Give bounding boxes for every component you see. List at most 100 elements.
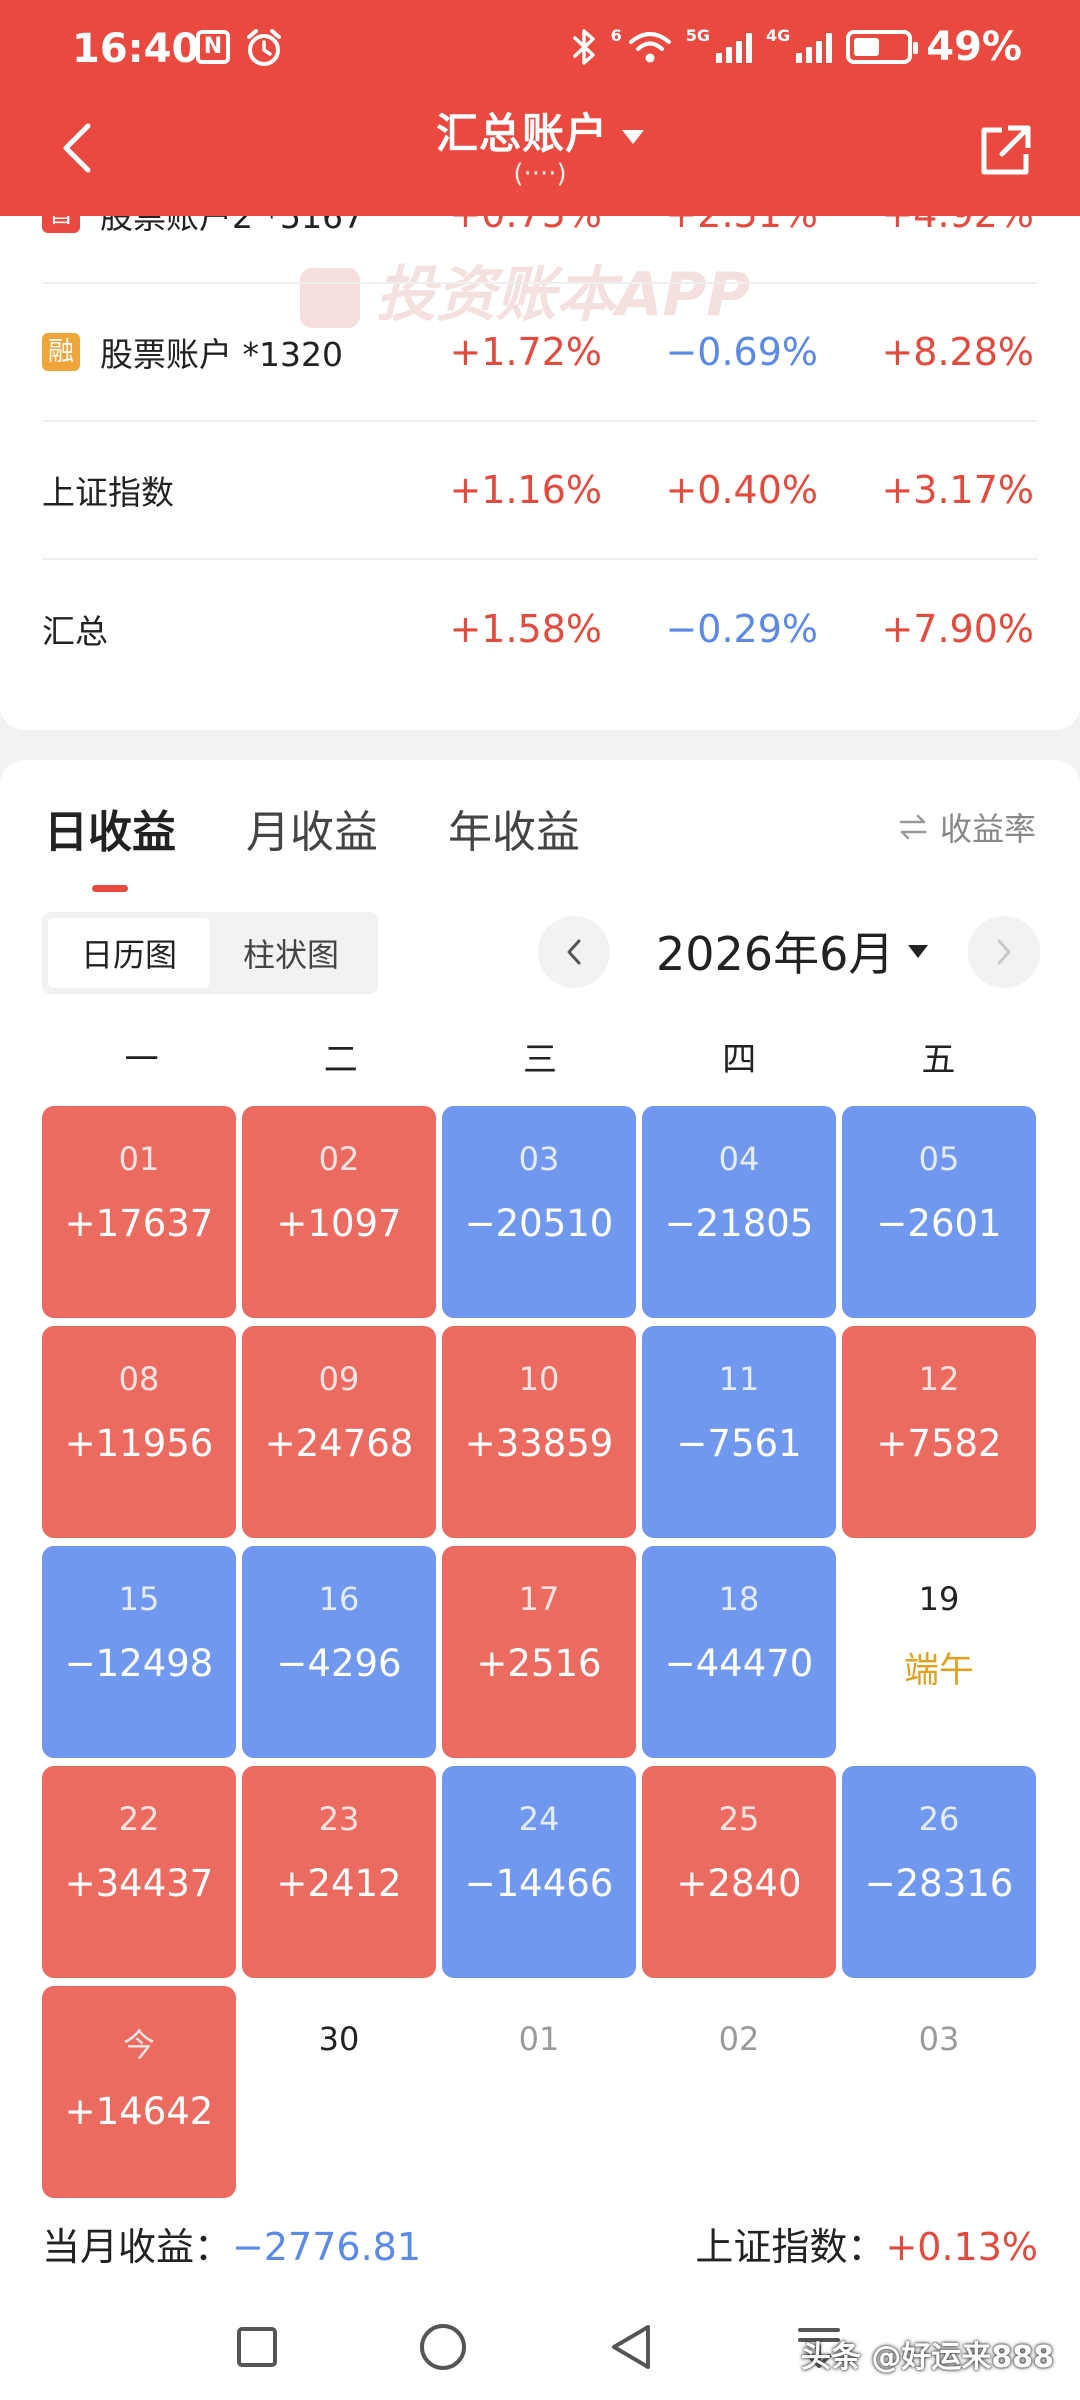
calendar-day-cell[interactable]: 12 +7582 — [842, 1326, 1036, 1538]
prev-month-button[interactable] — [538, 916, 610, 988]
calendar-day-cell[interactable]: 08 +11956 — [42, 1326, 236, 1538]
calendar-day-cell[interactable]: 03 — [842, 1986, 1036, 2198]
calendar-day-date: 03 — [518, 1140, 560, 1178]
calendar-day-profit: −44470 — [664, 1642, 814, 1685]
month-label-text: 2026年6月 — [656, 927, 895, 981]
rate-toggle-label: 收益率 — [939, 810, 1036, 848]
calendar-day-cell[interactable]: 03 −20510 — [442, 1106, 636, 1318]
calendar-day-cell[interactable]: 02 — [642, 1986, 836, 2198]
calendar-day-profit: −28316 — [864, 1862, 1014, 1905]
share-icon — [981, 125, 1031, 175]
calendar-day-profit: +2840 — [676, 1862, 802, 1905]
status-bar: 16:40 N 6 5G 4G 49% — [0, 0, 1080, 100]
tab-daily-profit[interactable]: 日收益 — [44, 796, 176, 892]
total-row[interactable]: 汇总 +1.58% −0.29% +7.90% — [42, 560, 1038, 698]
calendar-day-cell[interactable]: 01 — [442, 1986, 636, 2198]
calendar-day-cell[interactable]: 04 −21805 — [642, 1106, 836, 1318]
calendar-day-cell[interactable]: 10 +33859 — [442, 1326, 636, 1538]
tab-yearly-profit[interactable]: 年收益 — [448, 796, 580, 860]
alarm-icon — [247, 29, 281, 66]
wifi-icon — [628, 32, 671, 63]
tab-monthly-profit[interactable]: 月收益 — [246, 796, 378, 860]
calendar-day-cell[interactable]: 11 −7561 — [642, 1326, 836, 1538]
calendar-day-cell[interactable]: 09 +24768 — [242, 1326, 436, 1538]
account-name-text: 股票账户2 *5167 — [100, 216, 364, 236]
account-return-2: −0.69% — [665, 330, 818, 374]
account-name-text: 股票账户 *1320 — [100, 335, 343, 374]
month-picker[interactable]: 2026年6月 — [656, 918, 929, 984]
account-name: 上证指数 — [42, 473, 174, 512]
calendar-day-profit: +33859 — [464, 1422, 614, 1465]
calendar-day-date: 25 — [718, 1800, 760, 1838]
calendar-day-cell[interactable]: 16 −4296 — [242, 1546, 436, 1758]
account-name: 融 股票账户 *1320 — [42, 284, 343, 420]
calendar-day-cell[interactable]: 02 +1097 — [242, 1106, 436, 1318]
calendar-day-profit: −12498 — [64, 1642, 214, 1685]
weekday-label: 五 — [921, 1040, 956, 1080]
battery-percent: 49% — [926, 24, 1022, 70]
calendar-day-date: 30 — [318, 2020, 360, 2058]
chevron-right-icon — [997, 939, 1011, 965]
account-name: 汇总 — [42, 612, 108, 651]
period-tabs: 日收益 月收益 年收益 — [44, 796, 580, 892]
account-return-3: +7.90% — [881, 607, 1034, 651]
calendar-day-cell[interactable]: 26 −28316 — [842, 1766, 1036, 1978]
month-summary: 当月收益：−2776.81 上证指数：+0.13% — [42, 2216, 1038, 2276]
calendar-view-button[interactable]: 日历图 — [48, 918, 210, 988]
calendar-day-date: 04 — [718, 1140, 760, 1178]
active-tab-indicator — [92, 885, 128, 892]
calendar-day-profit: +11956 — [64, 1422, 214, 1465]
calendar-day-date: 16 — [318, 1580, 360, 1618]
calendar-day-date: 19 — [918, 1580, 960, 1618]
calendar-day-cell[interactable]: 15 −12498 — [42, 1546, 236, 1758]
calendar-day-date: 17 — [518, 1580, 560, 1618]
circle-icon — [420, 2324, 466, 2370]
account-row[interactable]: 融 股票账户 *1320 +1.72% −0.69% +8.28% — [42, 284, 1038, 422]
net-5g-label: 5G — [685, 25, 710, 45]
bar-chart-view-button[interactable]: 柱状图 — [210, 918, 372, 988]
system-back-button[interactable] — [596, 2312, 666, 2382]
rate-toggle-button[interactable]: 收益率 — [898, 804, 1036, 850]
calendar-day-profit: +2412 — [276, 1862, 402, 1905]
back-button[interactable] — [46, 118, 106, 178]
calendar-day-cell[interactable]: 05 −2601 — [842, 1106, 1036, 1318]
wifi-standard-label: 6 — [610, 25, 622, 45]
calendar-day-cell[interactable]: 18 −44470 — [642, 1546, 836, 1758]
profit-calendar-card: 日收益 月收益 年收益 收益率 日历图 柱状图 2026年6月 一 二 三 四 … — [0, 760, 1080, 2292]
calendar-day-cell[interactable]: 今 +14642 — [42, 1986, 236, 2198]
account-return-1: +0.75% — [402, 216, 602, 282]
calendar-day-cell[interactable]: 23 +2412 — [242, 1766, 436, 1978]
calendar-day-date: 03 — [918, 2020, 960, 2058]
calendar-day-cell[interactable]: 24 −14466 — [442, 1766, 636, 1978]
calendar-day-cell[interactable]: 19 端午 — [842, 1546, 1036, 1758]
next-month-button[interactable] — [968, 916, 1040, 988]
calendar-day-cell[interactable]: 25 +2840 — [642, 1766, 836, 1978]
calendar-day-profit: −4296 — [276, 1642, 402, 1685]
triangle-back-icon — [612, 2325, 650, 2369]
calendar-day-cell[interactable]: 17 +2516 — [442, 1546, 636, 1758]
account-return-1: +1.58% — [449, 607, 602, 651]
calendar-day-cell[interactable]: 01 +17637 — [42, 1106, 236, 1318]
calendar-day-date: 10 — [518, 1360, 560, 1398]
calendar-day-cell[interactable]: 22 +34437 — [42, 1766, 236, 1978]
calendar-day-date: 01 — [518, 2020, 560, 2058]
chevron-left-icon — [567, 939, 581, 965]
status-right-group: 6 5G 4G 49% — [571, 24, 1022, 70]
share-button[interactable] — [976, 120, 1036, 180]
recent-apps-button[interactable] — [222, 2312, 292, 2382]
battery-icon — [846, 30, 919, 64]
account-switcher[interactable]: 汇总账户 (····) — [300, 100, 780, 189]
calendar-day-date: 22 — [118, 1800, 160, 1838]
index-row[interactable]: 上证指数 +1.16% +0.40% +3.17% — [42, 422, 1038, 560]
account-performance-table: 投资账本APP 普 股票账户2 *5167 +0.75% +2.51% +4.9… — [0, 216, 1080, 730]
calendar-day-date: 24 — [518, 1800, 560, 1838]
page-subtitle: (····) — [513, 159, 567, 189]
net-4g-label: 4G — [765, 25, 791, 45]
holiday-label: 端午 — [903, 1651, 974, 1691]
account-row[interactable]: 普 股票账户2 *5167 +0.75% +2.51% +4.92% — [42, 216, 1038, 284]
calendar-day-cell[interactable]: 30 — [242, 1986, 436, 2198]
home-button[interactable] — [408, 2312, 478, 2382]
system-nav-bar: 头条 @好运来888 — [0, 2292, 1080, 2400]
calendar-day-date: 今 — [122, 2026, 155, 2064]
calendar-day-date: 09 — [318, 1360, 360, 1398]
